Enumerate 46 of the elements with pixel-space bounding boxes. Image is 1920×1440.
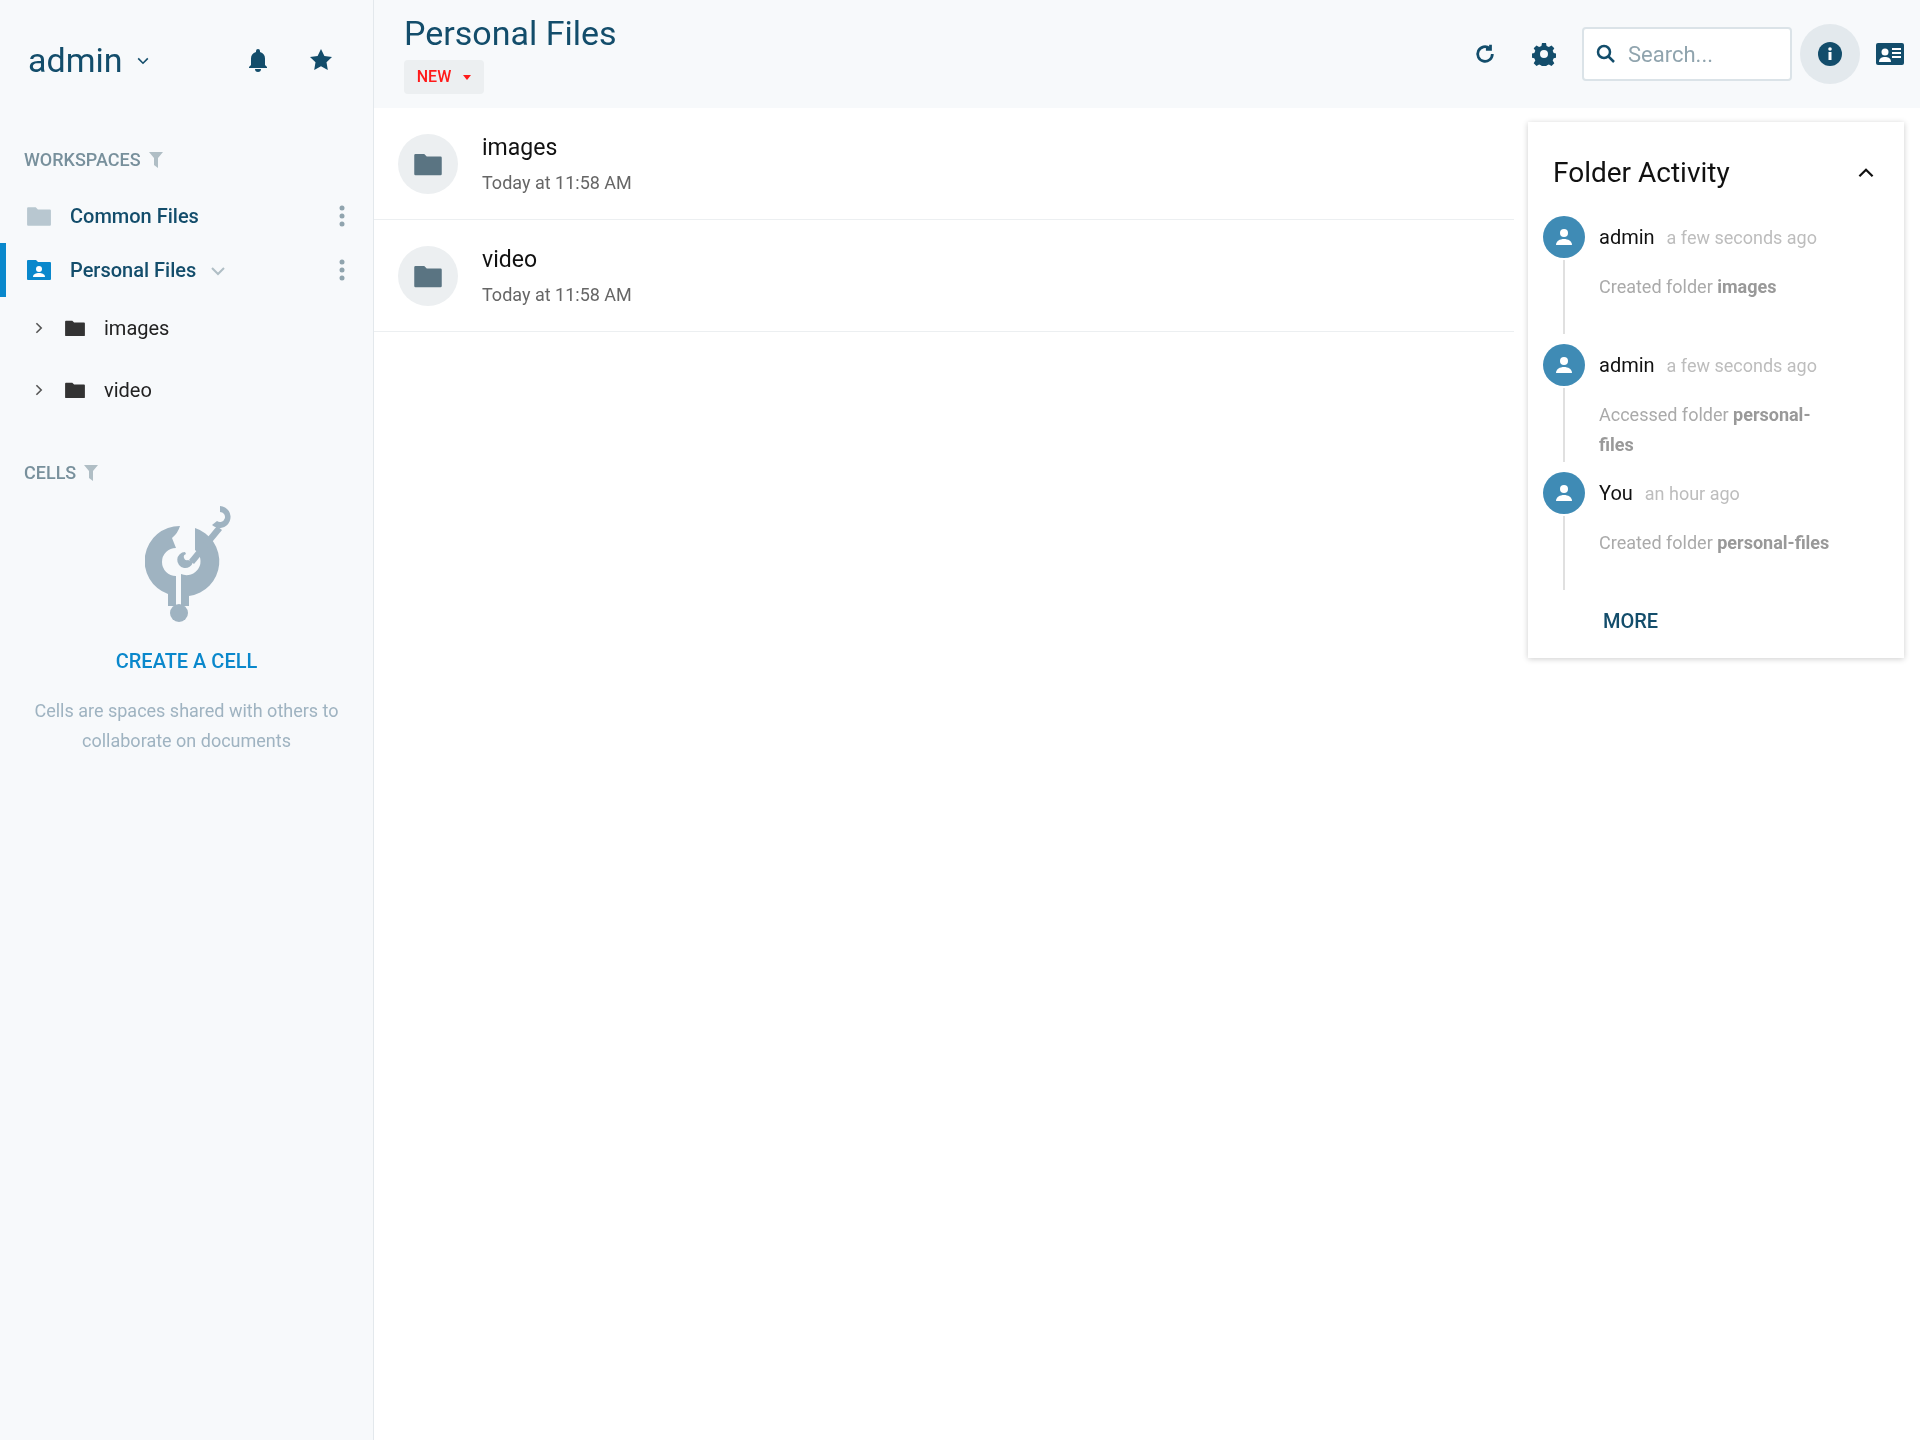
user-avatar (1543, 216, 1585, 258)
activity-user: You (1599, 480, 1633, 507)
user-avatar (1543, 344, 1585, 386)
folder-icon (64, 319, 86, 337)
folder-label: video (104, 377, 152, 404)
workspace-item[interactable]: Common Files (0, 189, 373, 243)
activity-user: admin (1599, 352, 1655, 379)
file-row[interactable]: video Today at 11:58 AM (374, 220, 1514, 332)
caret-icon (463, 74, 472, 80)
search-icon (1596, 44, 1616, 64)
info-icon (1818, 42, 1842, 66)
file-date: Today at 11:58 AM (482, 171, 632, 196)
activity-time: a few seconds ago (1666, 225, 1817, 250)
folder-tree-item[interactable]: video (0, 359, 373, 421)
activity-time: an hour ago (1644, 481, 1740, 506)
file-name: video (482, 244, 539, 275)
file-date: Today at 11:58 AM (482, 283, 632, 308)
contact-card-icon[interactable] (1876, 43, 1904, 65)
workspace-label: Common Files (70, 203, 199, 230)
activity-description: Created folder personal-files (1599, 531, 1831, 555)
folder-icon (64, 381, 86, 399)
create-cell-link[interactable]: CREATE A CELL (115, 646, 258, 676)
activity-user: admin (1599, 224, 1655, 251)
settings-icon[interactable] (1532, 42, 1556, 66)
user-avatar (1543, 472, 1585, 514)
file-row[interactable]: images Today at 11:58 AM (374, 108, 1514, 220)
search-field[interactable]: Search... (1582, 27, 1792, 81)
section-heading: WORKSPACES (24, 148, 141, 172)
user-folder-icon (26, 259, 52, 281)
file-name: images (482, 132, 559, 163)
activity-description: Accessed folder personal-files (1599, 403, 1812, 457)
refresh-icon[interactable] (1474, 43, 1496, 65)
section-heading: CELLS (24, 461, 77, 485)
folder-icon (26, 205, 52, 227)
workspace-label: Personal Files (70, 257, 197, 284)
star-icon[interactable] (309, 48, 333, 72)
activity-description: Created folder images (1599, 275, 1778, 299)
bell-icon[interactable] (247, 48, 269, 72)
activity-time: a few seconds ago (1666, 353, 1817, 378)
folder-label: images (104, 315, 170, 342)
page-title: Personal Files (404, 12, 617, 54)
folder-tree-item[interactable]: images (0, 297, 373, 359)
more-button[interactable]: MORE (1603, 606, 1659, 636)
cells-hint-text: Cells are spaces shared with others to collaborate on documents (33, 699, 340, 753)
panel-title: Folder Activity (1553, 155, 1730, 191)
user-menu[interactable]: admin (28, 34, 151, 86)
